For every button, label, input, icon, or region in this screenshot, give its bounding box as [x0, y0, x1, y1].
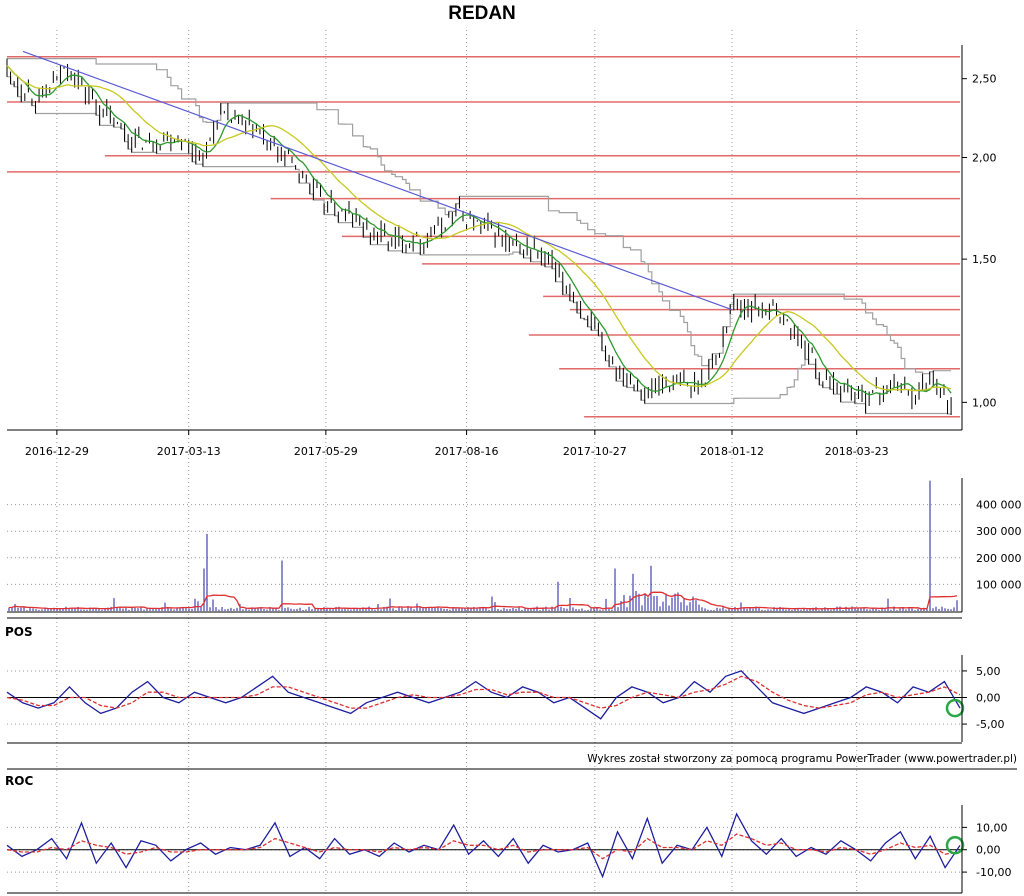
y-tick-label: 5,00 — [976, 665, 1001, 678]
roc-y-ticks: 10,00 0,00 -10,00 — [962, 821, 1011, 879]
pos-highlight-circle — [945, 698, 965, 718]
powertrader-credit: Wykres został stworzony za pomocą progra… — [587, 753, 1017, 765]
x-tick-label: 2018-03-23 — [825, 445, 889, 458]
y-tick-label: 1,50 — [972, 253, 997, 266]
y-tick-label: 400 000 — [976, 499, 1022, 512]
pos-y-ticks: 5,00 0,00 -5,00 — [962, 665, 1004, 731]
y-tick-label: -10,00 — [976, 866, 1011, 879]
volume-bars — [8, 480, 958, 611]
trendline — [22, 50, 733, 311]
price-x-ticks: 2016-12-29 2017-03-13 2017-05-29 2017-08-16… — [25, 430, 889, 458]
y-tick-label: -5,00 — [976, 718, 1004, 731]
moving-average-fast — [6, 65, 952, 396]
roc-label: ROC — [5, 774, 33, 788]
x-tick-label: 2017-03-13 — [157, 445, 221, 458]
chart-title: REDAN — [448, 3, 516, 24]
pos-series-2 — [6, 675, 961, 709]
volume-average-line — [8, 591, 958, 610]
y-tick-label: 300 000 — [976, 525, 1022, 538]
y-tick-label: 2,00 — [972, 151, 997, 164]
x-tick-label: 2017-08-16 — [435, 445, 499, 458]
pos-series-1 — [6, 670, 961, 720]
volume-panel: 100 000 200 000 300 000 400 000 — [7, 478, 1022, 619]
y-tick-label: 100 000 — [976, 578, 1022, 591]
pos-label: POS — [5, 625, 33, 639]
y-tick-label: 1,00 — [972, 396, 997, 409]
roc-highlight-circle — [945, 836, 965, 855]
chart-canvas: REDAN 2016-12-29 2017-03-13 2017-05-29 2017… — [5, 3, 1022, 894]
horizontal-levels — [7, 56, 960, 418]
y-tick-label: 0,00 — [976, 692, 1001, 705]
price-y-ticks: 2,50 2,00 1,50 1,00 — [962, 73, 997, 409]
x-tick-label: 2018-01-12 — [700, 445, 764, 458]
roc-series-2 — [6, 833, 961, 860]
y-tick-label: 200 000 — [976, 552, 1022, 565]
x-tick-label: 2017-10-27 — [563, 445, 627, 458]
channel-lower — [7, 76, 952, 415]
roc-panel: ROC 10,00 0,00 -10,00 — [5, 774, 1011, 894]
x-tick-label: 2017-05-29 — [294, 445, 358, 458]
channel-upper — [7, 58, 952, 375]
y-tick-label: 10,00 — [976, 821, 1008, 834]
y-tick-label: 0,00 — [976, 844, 1001, 857]
moving-averages — [6, 65, 952, 396]
pos-panel: POS 5,00 0,00 -5,00 — [5, 625, 1004, 744]
x-tick-label: 2016-12-29 — [25, 445, 89, 458]
volume-y-ticks: 100 000 200 000 300 000 400 000 — [976, 499, 1022, 592]
y-tick-label: 2,50 — [972, 73, 997, 86]
volume-gridlines — [7, 504, 962, 585]
